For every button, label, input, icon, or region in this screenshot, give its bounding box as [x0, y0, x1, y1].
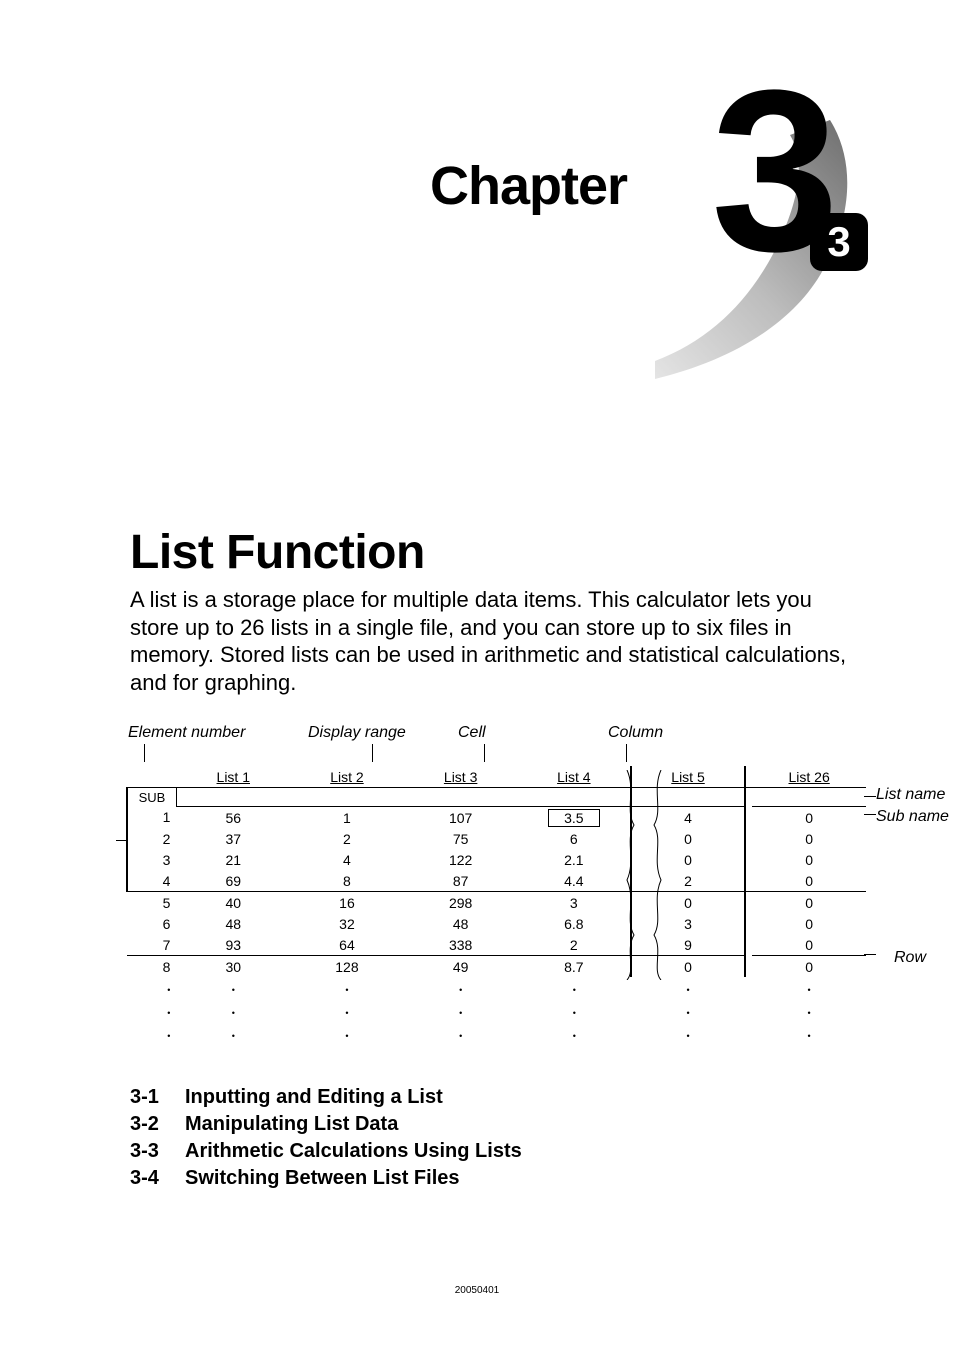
- cell: 3: [631, 913, 745, 934]
- chapter-badge-number: 3: [827, 221, 850, 263]
- col-header: List 26: [752, 766, 866, 788]
- toc-number: 3-3: [130, 1140, 185, 1163]
- table-of-contents: 3-1 Inputting and Editing a List 3-2 Man…: [130, 1086, 854, 1190]
- cell: 48: [176, 913, 290, 934]
- sub-label: SUB: [127, 788, 176, 807]
- cell: 2: [517, 934, 631, 956]
- cell: 1: [290, 807, 404, 829]
- toc-item: 3-3 Arithmetic Calculations Using Lists: [130, 1140, 854, 1163]
- toc-title: Arithmetic Calculations Using Lists: [185, 1140, 522, 1163]
- cell: 6.8: [517, 913, 631, 934]
- cell: 107: [404, 807, 518, 829]
- cell: 122: [404, 849, 518, 870]
- cell: 0: [752, 892, 866, 914]
- cell: 0: [752, 934, 866, 956]
- label-element-number: Element number: [126, 724, 298, 742]
- cell: 0: [752, 828, 866, 849]
- cell: 0: [752, 956, 866, 978]
- list-table: List 1 List 2 List 3 List 4 List 5 List …: [126, 766, 866, 1046]
- cell: 64: [290, 934, 404, 956]
- cell: 56: [176, 807, 290, 829]
- cell: 338: [404, 934, 518, 956]
- cell: 93: [176, 934, 290, 956]
- toc-title: Inputting and Editing a List: [185, 1086, 443, 1109]
- cell: 37: [176, 828, 290, 849]
- cell: 6: [517, 828, 631, 849]
- cell: 30: [176, 956, 290, 978]
- label-list-name: List name: [876, 786, 954, 804]
- toc-number: 3-4: [130, 1167, 185, 1190]
- row-index: 1: [127, 807, 176, 829]
- toc-item: 3-2 Manipulating List Data: [130, 1113, 854, 1136]
- list-table-wrapper: List 1 List 2 List 3 List 4 List 5 List …: [126, 766, 866, 1046]
- cell: 0: [631, 956, 745, 978]
- cell: 8: [290, 870, 404, 892]
- row-index: 6: [127, 913, 176, 934]
- diagram-right-labels: List name Sub name: [876, 786, 954, 829]
- row-index: 8: [127, 956, 176, 978]
- cell: 0: [631, 849, 745, 870]
- cell: 9: [631, 934, 745, 956]
- label-display-range: Display range: [298, 724, 448, 742]
- page-title: List Function: [130, 525, 854, 580]
- label-sub-name: Sub name: [876, 808, 954, 826]
- cell: 2.1: [517, 849, 631, 870]
- intro-paragraph: A list is a storage place for multiple d…: [130, 586, 854, 696]
- cell: 2: [631, 870, 745, 892]
- cell: 75: [404, 828, 518, 849]
- label-cell: Cell: [448, 724, 578, 742]
- cell: 0: [631, 828, 745, 849]
- row-index: 4: [127, 870, 176, 892]
- row-index: 3: [127, 849, 176, 870]
- toc-item: 3-1 Inputting and Editing a List: [130, 1086, 854, 1109]
- cell: 40: [176, 892, 290, 914]
- cell: 48: [404, 913, 518, 934]
- col-header: List 1: [176, 766, 290, 788]
- cell: 0: [752, 807, 866, 829]
- diagram-top-labels: Element number Display range Cell Column: [126, 724, 866, 742]
- cell: 49: [404, 956, 518, 978]
- chapter-header: Chapter 3 3: [130, 50, 854, 400]
- row-index: 7: [127, 934, 176, 956]
- cell: 8.7: [517, 956, 631, 978]
- cell: 128: [290, 956, 404, 978]
- cell: 21: [176, 849, 290, 870]
- cell: 0: [631, 892, 745, 914]
- list-diagram: Element number Display range Cell Column: [126, 724, 866, 1046]
- row-index: 5: [127, 892, 176, 914]
- cell: 16: [290, 892, 404, 914]
- cell: 69: [176, 870, 290, 892]
- cell: 0: [752, 849, 866, 870]
- cell: 2: [290, 828, 404, 849]
- cell: 32: [290, 913, 404, 934]
- cell: 0: [752, 870, 866, 892]
- chapter-badge: 3: [810, 213, 868, 271]
- toc-number: 3-1: [130, 1086, 185, 1109]
- col-header: List 3: [404, 766, 518, 788]
- chapter-number-graphic: 3: [655, 65, 945, 385]
- label-row: Row: [894, 949, 926, 967]
- footer-code: 20050401: [0, 1285, 954, 1296]
- cell: 3: [517, 892, 631, 914]
- row-index: 2: [127, 828, 176, 849]
- toc-number: 3-2: [130, 1113, 185, 1136]
- label-column: Column: [578, 724, 738, 742]
- col-header: List 2: [290, 766, 404, 788]
- col-header: List 4: [517, 766, 631, 788]
- cell-highlight: 3.5: [517, 807, 631, 829]
- cell: 4.4: [517, 870, 631, 892]
- toc-item: 3-4 Switching Between List Files: [130, 1167, 854, 1190]
- col-header: List 5: [631, 766, 745, 788]
- cell: 4: [290, 849, 404, 870]
- toc-title: Manipulating List Data: [185, 1113, 398, 1136]
- cell: 298: [404, 892, 518, 914]
- cell: 87: [404, 870, 518, 892]
- toc-title: Switching Between List Files: [185, 1167, 460, 1190]
- cell: 0: [752, 913, 866, 934]
- cell: 4: [631, 807, 745, 829]
- chapter-label: Chapter: [430, 155, 627, 217]
